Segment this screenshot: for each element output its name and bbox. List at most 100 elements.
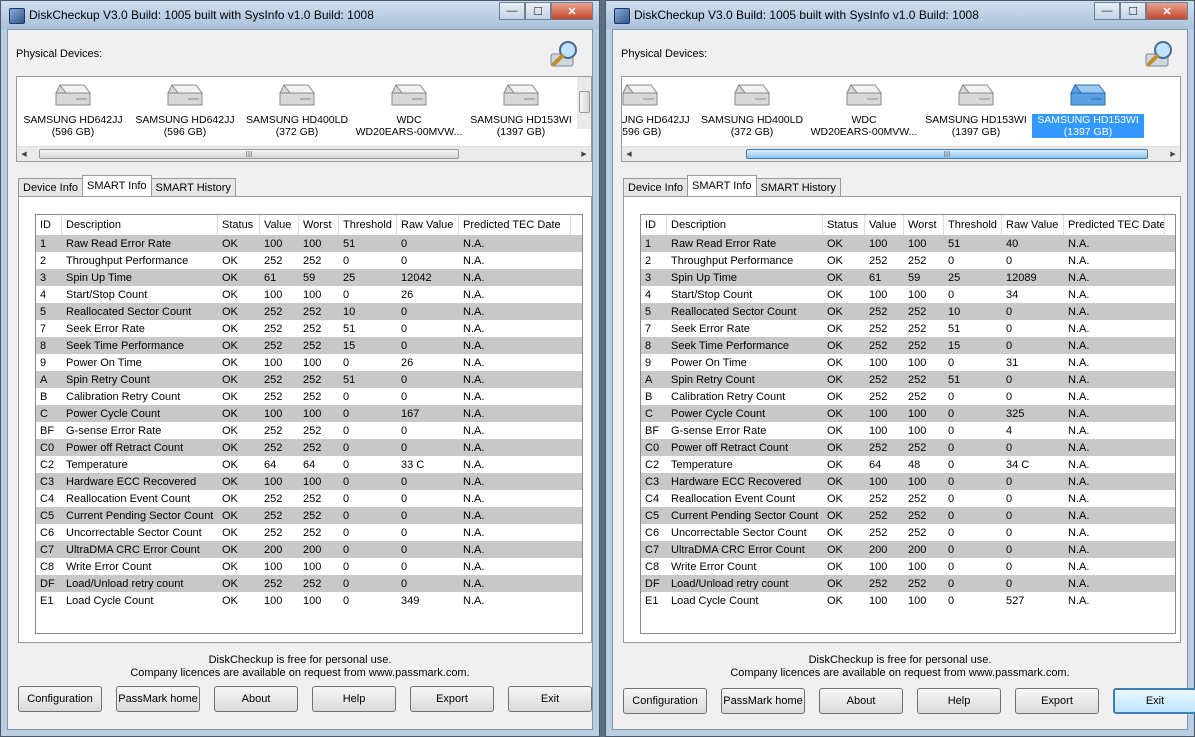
- scroll-thumb[interactable]: III: [39, 149, 459, 159]
- scroll-track[interactable]: III: [31, 148, 577, 160]
- device-item[interactable]: SAMSUNG HD642JJ(596 GB): [622, 77, 696, 143]
- table-row[interactable]: C3 Hardware ECC Recovered OK 100 100 0 0 N.A.: [641, 473, 1175, 490]
- scroll-track[interactable]: III: [636, 148, 1166, 160]
- configuration-button[interactable]: Configuration: [623, 688, 707, 714]
- vertical-scroll-thumb[interactable]: [579, 91, 590, 113]
- table-row[interactable]: A Spin Retry Count OK 252 252 51 0 N.A.: [641, 371, 1175, 388]
- scroll-left-arrow-icon[interactable]: ◀: [622, 147, 636, 161]
- device-list[interactable]: SAMSUNG HD642JJ (596 GB) SAMSUNG HD642JJ (5…: [16, 76, 592, 162]
- table-row[interactable]: 9 Power On Time OK 100 100 0 26 N.A.: [36, 354, 582, 371]
- column-header[interactable]: Raw Value: [1002, 215, 1064, 235]
- horizontal-scrollbar[interactable]: ◀ III ▶: [17, 146, 591, 161]
- table-row[interactable]: 2 Throughput Performance OK 252 252 0 0 N.A.: [641, 252, 1175, 269]
- table-row[interactable]: 3 Spin Up Time OK 61 59 25 12089 N.A.: [641, 269, 1175, 286]
- minimize-button[interactable]: —: [499, 2, 525, 20]
- table-row[interactable]: E1 Load Cycle Count OK 100 100 0 527 N.A.: [641, 592, 1175, 609]
- column-header[interactable]: Predicted TEC Date: [459, 215, 571, 235]
- device-item[interactable]: SAMSUNG HD400LD (372 GB): [241, 77, 353, 143]
- tab-smart-history[interactable]: SMART History: [150, 178, 236, 196]
- help-button[interactable]: Help: [312, 686, 396, 712]
- table-row[interactable]: B Calibration Retry Count OK 252 252 0 0 N.A.: [36, 388, 582, 405]
- tab-smart-info[interactable]: SMART Info: [82, 175, 152, 196]
- table-row[interactable]: C6 Uncorrectable Sector Count OK 252 252 0 0 N.…: [641, 524, 1175, 541]
- table-row[interactable]: 1 Raw Read Error Rate OK 100 100 51 40 N.A.: [641, 235, 1175, 252]
- scroll-right-arrow-icon[interactable]: ▶: [1166, 147, 1180, 161]
- scroll-right-arrow-icon[interactable]: ▶: [577, 147, 591, 161]
- table-row[interactable]: C7 UltraDMA CRC Error Count OK 200 200 0 0 N.A.: [36, 541, 582, 558]
- exit-button[interactable]: Exit: [1113, 688, 1195, 714]
- tab-smart-info[interactable]: SMART Info: [687, 175, 757, 196]
- column-header[interactable]: Status: [823, 215, 865, 235]
- title-bar[interactable]: DiskCheckup V3.0 Build: 1005 built with …: [606, 1, 1194, 29]
- device-item[interactable]: SAMSUNG HD400LD (372 GB): [696, 77, 808, 143]
- help-button[interactable]: Help: [917, 688, 1001, 714]
- table-row[interactable]: E1 Load Cycle Count OK 100 100 0 349 N.A.: [36, 592, 582, 609]
- device-item[interactable]: SAMSUNG HD642JJ(596 GB): [17, 77, 129, 143]
- table-row[interactable]: C8 Write Error Count OK 100 100 0 0 N.A.: [641, 558, 1175, 575]
- close-button[interactable]: ✕: [551, 2, 593, 20]
- table-row[interactable]: C6 Uncorrectable Sector Count OK 252 252 0 0 N.…: [36, 524, 582, 541]
- table-row[interactable]: DF Load/Unload retry count OK 252 252 0 0 N.A.: [641, 575, 1175, 592]
- column-header[interactable]: Value: [260, 215, 299, 235]
- table-row[interactable]: C4 Reallocation Event Count OK 252 252 0 0 N.A.: [36, 490, 582, 507]
- table-row[interactable]: C Power Cycle Count OK 100 100 0 325 N.A.: [641, 405, 1175, 422]
- close-button[interactable]: ✕: [1146, 2, 1188, 20]
- table-row[interactable]: 1 Raw Read Error Rate OK 100 100 51 0 N.A.: [36, 235, 582, 252]
- exit-button[interactable]: Exit: [508, 686, 592, 712]
- column-header[interactable]: Description: [62, 215, 218, 235]
- table-row[interactable]: A Spin Retry Count OK 252 252 51 0 N.A.: [36, 371, 582, 388]
- table-row[interactable]: C3 Hardware ECC Recovered OK 100 100 0 0 N.A.: [36, 473, 582, 490]
- maximize-button[interactable]: ☐: [525, 2, 551, 20]
- table-row[interactable]: C0 Power off Retract Count OK 252 252 0 0 N.A.: [641, 439, 1175, 456]
- table-row[interactable]: C0 Power off Retract Count OK 252 252 0 0 N.A.: [36, 439, 582, 456]
- tab-device-info[interactable]: Device Info: [18, 178, 84, 196]
- table-row[interactable]: C Power Cycle Count OK 100 100 0 167 N.A.: [36, 405, 582, 422]
- scroll-left-arrow-icon[interactable]: ◀: [17, 147, 31, 161]
- table-row[interactable]: C2 Temperature OK 64 48 0 34 C N.A.: [641, 456, 1175, 473]
- column-header[interactable]: Description: [667, 215, 823, 235]
- column-header[interactable]: Threshold: [944, 215, 1002, 235]
- maximize-button[interactable]: ☐: [1120, 2, 1146, 20]
- scroll-thumb[interactable]: III: [746, 149, 1148, 159]
- column-header[interactable]: Value: [865, 215, 904, 235]
- table-row[interactable]: C8 Write Error Count OK 100 100 0 0 N.A.: [36, 558, 582, 575]
- table-row[interactable]: 7 Seek Error Rate OK 252 252 51 0 N.A.: [641, 320, 1175, 337]
- smart-table[interactable]: ID Description Status Value Worst Threshold Ra…: [35, 214, 583, 634]
- column-header[interactable]: ID: [641, 215, 667, 235]
- tab-smart-history[interactable]: SMART History: [755, 178, 841, 196]
- tab-device-info[interactable]: Device Info: [623, 178, 689, 196]
- column-header[interactable]: Worst: [299, 215, 339, 235]
- table-row[interactable]: 4 Start/Stop Count OK 100 100 0 34 N.A.: [641, 286, 1175, 303]
- column-header[interactable]: ID: [36, 215, 62, 235]
- passmark-home-button[interactable]: PassMark home: [116, 686, 200, 712]
- table-row[interactable]: C7 UltraDMA CRC Error Count OK 200 200 0 0 N.A.: [641, 541, 1175, 558]
- column-header[interactable]: Raw Value: [397, 215, 459, 235]
- table-row[interactable]: C2 Temperature OK 64 64 0 33 C N.A.: [36, 456, 582, 473]
- about-button[interactable]: About: [819, 688, 903, 714]
- configuration-button[interactable]: Configuration: [18, 686, 102, 712]
- smart-table[interactable]: ID Description Status Value Worst Threshold Ra…: [640, 214, 1176, 634]
- table-row[interactable]: C4 Reallocation Event Count OK 252 252 0 0 N.A.: [641, 490, 1175, 507]
- device-list[interactable]: SAMSUNG HD642JJ(596 GB)SAMSUNG HD400LD(3…: [621, 76, 1181, 162]
- column-header[interactable]: Status: [218, 215, 260, 235]
- table-row[interactable]: 7 Seek Error Rate OK 252 252 51 0 N.A.: [36, 320, 582, 337]
- device-item[interactable]: SAMSUNG HD153WI (1397 GB): [920, 77, 1032, 143]
- table-row[interactable]: 5 Reallocated Sector Count OK 252 252 10 0 N.A.: [641, 303, 1175, 320]
- magnifier-icon[interactable]: [548, 38, 582, 72]
- table-row[interactable]: BF G-sense Error Rate OK 252 252 0 0 N.A.: [36, 422, 582, 439]
- about-button[interactable]: About: [214, 686, 298, 712]
- device-item[interactable]: WDC WD20EARS-00MVW...: [353, 77, 465, 143]
- device-item[interactable]: SAMSUNG HD642JJ(596 GB): [129, 77, 241, 143]
- minimize-button[interactable]: —: [1094, 2, 1120, 20]
- vertical-scrollbar[interactable]: [577, 77, 591, 129]
- device-item[interactable]: WDC WD20EARS-00MVW...: [808, 77, 920, 143]
- table-row[interactable]: 2 Throughput Performance OK 252 252 0 0 N.A.: [36, 252, 582, 269]
- table-row[interactable]: C5 Current Pending Sector Count OK 252 252 0 0…: [641, 507, 1175, 524]
- table-row[interactable]: 8 Seek Time Performance OK 252 252 15 0 N.A.: [36, 337, 582, 354]
- table-row[interactable]: 8 Seek Time Performance OK 252 252 15 0 N.A.: [641, 337, 1175, 354]
- table-row[interactable]: BF G-sense Error Rate OK 100 100 0 4 N.A.: [641, 422, 1175, 439]
- horizontal-scrollbar[interactable]: ◀ III ▶: [622, 146, 1180, 161]
- device-item[interactable]: SAMSUNG HD153WI (1397 GB): [1032, 77, 1144, 143]
- column-header[interactable]: Threshold: [339, 215, 397, 235]
- passmark-home-button[interactable]: PassMark home: [721, 688, 805, 714]
